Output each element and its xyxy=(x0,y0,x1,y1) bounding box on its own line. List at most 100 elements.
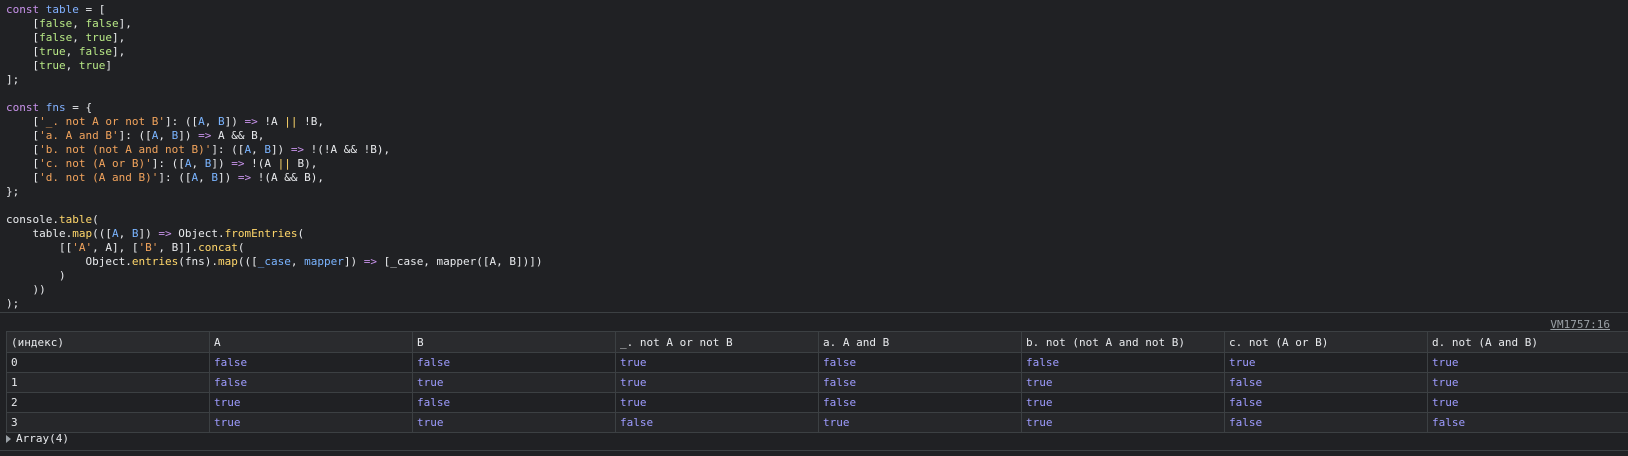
code-token: => xyxy=(290,143,305,156)
code-token: = { xyxy=(65,101,93,114)
code-token: true xyxy=(78,59,106,72)
code-token: => xyxy=(158,227,172,240)
code-line: [['A', A], ['B', B]].concat( xyxy=(6,241,543,255)
code-token: true xyxy=(39,45,66,58)
code-token: false xyxy=(39,31,73,44)
table-value-cell: false xyxy=(1224,372,1428,393)
code-token: [ xyxy=(6,17,40,30)
table-value-cell: false xyxy=(818,372,1022,393)
code-token: !(A xyxy=(244,157,278,170)
table-value-cell: true xyxy=(615,352,819,373)
code-token: , xyxy=(198,171,212,184)
table-value-cell: true xyxy=(615,392,819,413)
code-token: mapper xyxy=(304,255,344,268)
code-token: ]) xyxy=(270,143,291,156)
code-token: (([ xyxy=(92,227,112,240)
code-token: ]: ([ xyxy=(164,115,199,128)
table-header-cell[interactable]: B xyxy=(412,331,616,353)
console-table: (индекс) A B _. not A or not Ba. A and Bb. … xyxy=(6,331,1628,433)
code-token: ]) xyxy=(211,157,232,170)
code-token: table xyxy=(45,3,79,16)
code-token: !(A && B), xyxy=(251,171,324,184)
table-header-cell[interactable]: _. not A or not B xyxy=(615,331,819,353)
code-token: , xyxy=(191,157,205,170)
table-header-cell[interactable]: a. A and B xyxy=(818,331,1022,353)
code-token: = [ xyxy=(78,3,106,16)
table-header-cell[interactable]: (индекс) xyxy=(6,331,210,353)
code-token: [ xyxy=(6,143,40,156)
code-token: ]: ([ xyxy=(151,157,185,170)
code-token: false xyxy=(85,17,119,30)
code-token: Object. xyxy=(171,227,225,240)
code-token: ], xyxy=(112,31,126,44)
code-token: B xyxy=(211,171,218,184)
code-token: ]: ([ xyxy=(118,129,152,142)
code-token: table. xyxy=(6,227,73,240)
code-token: '_. not A or not B' xyxy=(39,115,165,128)
code-token: }; xyxy=(6,185,20,198)
table-header-cell[interactable]: A xyxy=(209,331,413,353)
code-token: concat xyxy=(198,241,238,254)
table-value-cell: true xyxy=(412,372,616,393)
table-value-cell: true xyxy=(1021,392,1225,413)
code-line: ['_. not A or not B']: ([A, B]) => !A ||… xyxy=(6,115,543,129)
code-token: map xyxy=(72,227,93,240)
code-token: || xyxy=(277,157,291,170)
code-line: ['b. not (not A and not B)']: ([A, B]) =… xyxy=(6,143,543,157)
code-token: A xyxy=(198,115,205,128)
code-token: ]: ([ xyxy=(211,143,245,156)
table-header-cell[interactable]: b. not (not A and not B) xyxy=(1021,331,1225,353)
code-token: fns xyxy=(45,101,66,114)
code-line: [false, true], xyxy=(6,31,543,45)
code-token: , xyxy=(72,17,86,30)
code-token: table xyxy=(58,213,93,226)
table-header-cell[interactable]: c. not (A or B) xyxy=(1224,331,1428,353)
table-value-cell: false xyxy=(1224,412,1428,433)
code-line: [true, false], xyxy=(6,45,543,59)
table-value-cell: false xyxy=(209,352,413,373)
triangle-right-icon[interactable] xyxy=(6,435,11,443)
code-token: [ xyxy=(6,31,40,44)
code-line: ['c. not (A or B)']: ([A, B]) => !(A || … xyxy=(6,157,543,171)
table-value-cell: false xyxy=(1021,352,1225,373)
code-token: ); xyxy=(6,297,20,310)
code-token: [ xyxy=(6,59,40,72)
code-token: [ xyxy=(6,45,40,58)
table-value-cell: true xyxy=(1427,352,1628,373)
code-token: B), xyxy=(290,157,318,170)
code-token: ] xyxy=(105,59,112,72)
code-token: , xyxy=(72,31,86,44)
table-value-cell: true xyxy=(818,412,1022,433)
code-token: [ xyxy=(6,171,40,184)
code-line: const fns = { xyxy=(6,101,543,115)
code-line: table.map(([A, B]) => Object.fromEntries… xyxy=(6,227,543,241)
array-summary[interactable]: Array(4) xyxy=(6,432,69,446)
code-token: B xyxy=(264,143,271,156)
code-token: => xyxy=(363,255,377,268)
code-token: ]) xyxy=(224,115,245,128)
source-link[interactable]: VM1757:16 xyxy=(1550,318,1610,331)
code-line: console.table( xyxy=(6,213,543,227)
code-token: , xyxy=(65,45,79,58)
code-token: )) xyxy=(6,283,46,296)
table-value-cell: false xyxy=(412,352,616,373)
code-line: ) xyxy=(6,269,543,283)
code-token: 'B' xyxy=(138,241,159,254)
table-value-cell: false xyxy=(1427,412,1628,433)
code-token: const xyxy=(6,3,46,16)
code-token: => xyxy=(237,171,252,184)
code-token: (fns). xyxy=(178,255,218,268)
table-value-cell: true xyxy=(1427,372,1628,393)
code-token: A xyxy=(111,227,119,240)
table-row: 1 false true true false true false true xyxy=(6,372,1628,393)
code-token: , xyxy=(118,227,132,240)
code-line: [true, true] xyxy=(6,59,543,73)
table-header-cell[interactable]: d. not (A and B) xyxy=(1427,331,1628,353)
code-token: , xyxy=(158,129,172,142)
code-token: 'A' xyxy=(72,241,93,254)
table-row: 0 false false true false false true true xyxy=(6,352,1628,373)
code-token: => xyxy=(231,157,245,170)
console-divider xyxy=(0,312,1628,313)
array-summary-label: Array(4) xyxy=(16,432,69,445)
